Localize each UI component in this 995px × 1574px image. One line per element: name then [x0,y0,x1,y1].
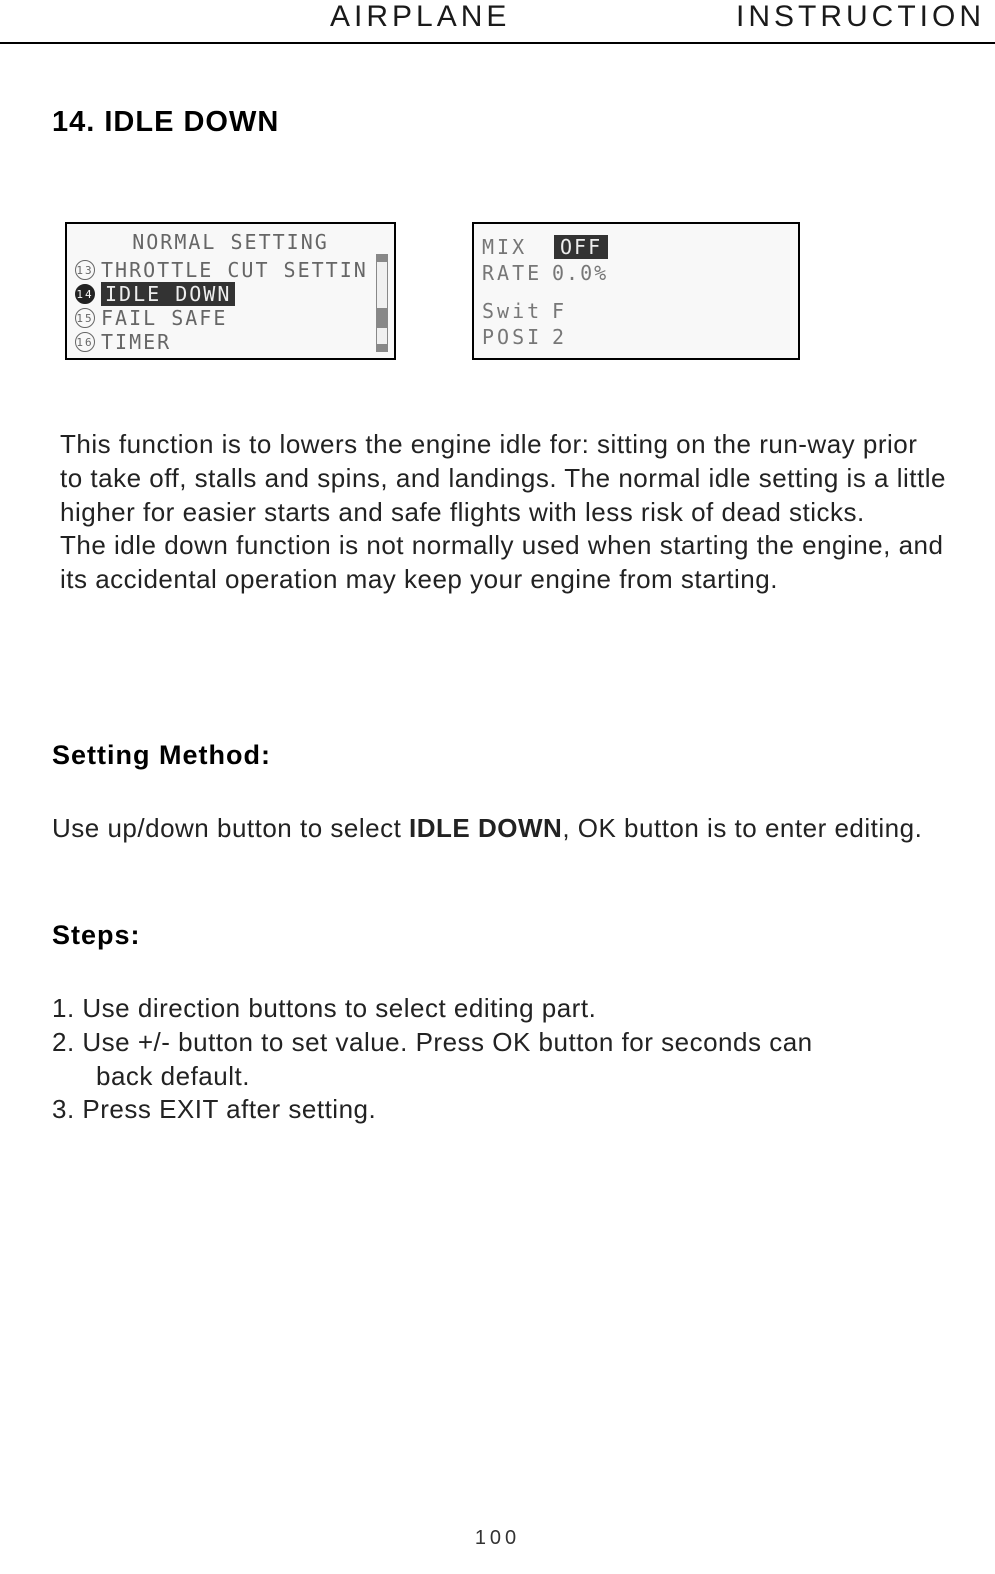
setting-method-pre: Use up/down button to select [52,813,409,843]
menu-item-number: 14 [75,284,95,304]
detail-spacer [482,286,790,298]
detail-rate-row: RATE 0.0% [482,260,790,286]
page: AIRPLANE INSTRUCTION 14. IDLE DOWN NORMA… [0,0,995,1574]
page-header: AIRPLANE INSTRUCTION [0,0,995,44]
header-right: INSTRUCTION [736,0,985,34]
menu-item-number: 13 [75,260,95,280]
detail-mix-row: MIX OFF [482,234,790,260]
step-3: 3. Press EXIT after setting. [52,1093,952,1127]
description-text: This function is to lowers the engine id… [60,428,946,597]
menu-item-13: 13 THROTTLE CUT SETTIN [75,258,386,282]
menu-item-15: 15 FAIL SAFE [75,306,386,330]
lcd-menu-screenshot: NORMAL SETTING 13 THROTTLE CUT SETTIN 14… [65,222,396,360]
setting-method-heading: Setting Method: [52,740,271,771]
posi-label: POSI [482,325,552,349]
step-2-line-1: 2. Use +/- button to set value. Press OK… [52,1026,952,1060]
mix-label: MIX [482,235,552,259]
menu-item-number: 16 [75,332,95,352]
rate-value: 0.0% [552,261,608,285]
detail-swit-row: Swit F [482,298,790,324]
description-paragraph-1: This function is to lowers the engine id… [60,428,946,529]
rate-label: RATE [482,261,552,285]
setting-method-body: Use up/down button to select IDLE DOWN, … [52,812,942,846]
section-title: 14. IDLE DOWN [52,106,279,139]
page-number: 100 [0,1527,995,1550]
lcd-menu-content: NORMAL SETTING 13 THROTTLE CUT SETTIN 14… [75,230,386,354]
lcd-detail-screenshot: MIX OFF RATE 0.0% Swit F POSI 2 [472,222,800,360]
header-left: AIRPLANE [330,0,510,34]
menu-item-label-selected: IDLE DOWN [101,282,235,306]
setting-method-post: , OK button is to enter editing. [562,813,922,843]
swit-value: F [552,299,566,323]
steps-list: 1. Use direction buttons to select editi… [52,992,952,1127]
swit-label: Swit [482,299,552,323]
detail-posi-row: POSI 2 [482,324,790,350]
menu-item-14: 14 IDLE DOWN [75,282,386,306]
step-2-line-2: back default. [52,1060,952,1094]
posi-value: 2 [552,325,566,349]
steps-heading: Steps: [52,920,141,951]
menu-item-number: 15 [75,308,95,328]
lcd-scrollbar [376,254,388,352]
description-paragraph-2: The idle down function is not normally u… [60,529,946,597]
setting-method-bold: IDLE DOWN [409,813,562,843]
step-1: 1. Use direction buttons to select editi… [52,992,952,1026]
menu-item-label: FAIL SAFE [101,306,227,330]
menu-item-label: THROTTLE CUT SETTIN [101,258,368,282]
lcd-menu-title: NORMAL SETTING [75,230,386,254]
lcd-detail-content: MIX OFF RATE 0.0% Swit F POSI 2 [482,234,790,350]
menu-item-label: TIMER [101,330,171,354]
menu-item-16: 16 TIMER [75,330,386,354]
lcd-scrollbar-thumb [377,308,387,328]
mix-value: OFF [554,235,608,259]
